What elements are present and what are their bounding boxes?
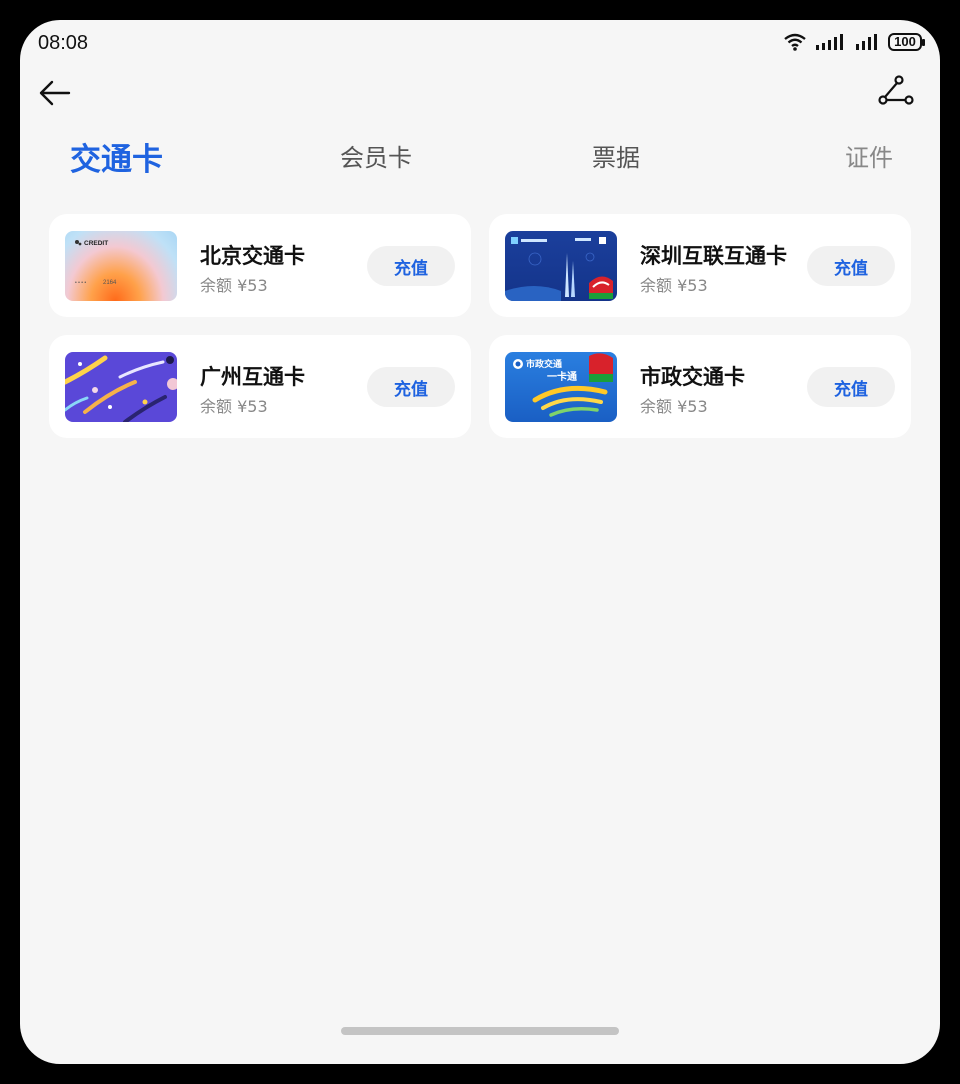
card-balance: 余额 ¥53 [640, 397, 708, 416]
municipal-card-image: 市政交通 一卡通 [505, 352, 617, 422]
status-icons: 100 [784, 33, 925, 51]
card-art-text: 市政交通 [526, 358, 562, 370]
beijing-card-image: CREDIT • • • • 2164 [65, 231, 177, 301]
card-item-beijing[interactable]: CREDIT • • • • 2164 北京交通卡 余额 ¥53 充值 [49, 214, 471, 317]
tab-certificates[interactable]: 证件 [845, 138, 893, 173]
category-tabs: 交通卡 会员卡 票据 证件 [20, 138, 940, 188]
card-balance: 余额 ¥53 [200, 276, 268, 295]
signal-icon-2 [856, 34, 877, 50]
card-name: 市政交通卡 [640, 365, 745, 389]
home-indicator[interactable] [341, 1027, 619, 1035]
shenzhen-card-image [505, 231, 617, 301]
card-item-guangzhou[interactable]: 广州互通卡 余额 ¥53 充值 [49, 335, 471, 438]
arrow-left-icon [39, 80, 71, 106]
card-art-subtext: 一卡通 [547, 370, 577, 383]
card-name: 北京交通卡 [200, 244, 305, 268]
battery-icon: 100 [888, 33, 925, 51]
card-balance: 余额 ¥53 [200, 397, 268, 416]
card-balance: 余额 ¥53 [640, 276, 708, 295]
back-button[interactable] [38, 76, 72, 110]
card-name: 广州互通卡 [200, 365, 305, 389]
card-art [65, 355, 177, 422]
recharge-button[interactable]: 充值 [807, 246, 895, 286]
status-bar: 08:08 100 [20, 20, 940, 66]
tab-tickets[interactable]: 票据 [592, 138, 640, 173]
recharge-button[interactable]: 充值 [367, 367, 455, 407]
card-name: 深圳互联互通卡 [640, 244, 787, 268]
tab-transit-card[interactable]: 交通卡 [70, 134, 163, 179]
card-item-shenzhen[interactable]: 深圳互联互通卡 余额 ¥53 充值 [489, 214, 911, 317]
share-icon [878, 75, 914, 105]
signal-icon [816, 34, 843, 50]
card-item-municipal[interactable]: 市政交通 一卡通 市政交通卡 余额 ¥53 充值 [489, 335, 911, 438]
phone-screen: 08:08 100 交通卡 会员卡 票据 证件 CREDIT • • • • 2… [20, 20, 940, 1064]
wifi-icon [784, 33, 806, 51]
svg-text:• • • •: • • • • [75, 280, 86, 286]
recharge-button[interactable]: 充值 [807, 367, 895, 407]
card-art: 市政交通 一卡通 [513, 353, 613, 417]
card-art-number: 2164 [103, 280, 117, 286]
share-button[interactable] [878, 74, 914, 110]
status-time: 08:08 [38, 32, 89, 54]
card-art-text: CREDIT [84, 240, 108, 247]
card-art: CREDIT • • • • 2164 [75, 240, 117, 286]
guangzhou-card-image [65, 352, 177, 422]
card-art [505, 237, 613, 301]
tab-membership-card[interactable]: 会员卡 [340, 138, 412, 173]
recharge-button[interactable]: 充值 [367, 246, 455, 286]
